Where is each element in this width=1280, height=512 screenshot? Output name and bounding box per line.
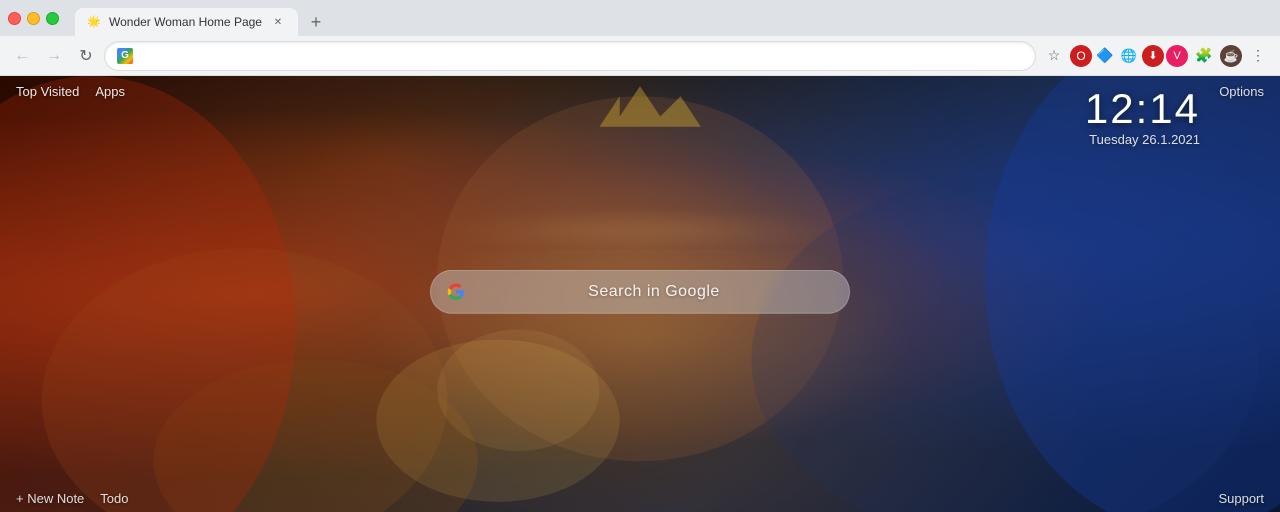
- new-note-link[interactable]: + New Note: [16, 491, 84, 506]
- extensions-button[interactable]: 🧩: [1190, 42, 1218, 70]
- tab-title: Wonder Woman Home Page: [109, 15, 262, 29]
- close-button[interactable]: [8, 12, 21, 25]
- search-bar[interactable]: Search in Google: [430, 270, 850, 314]
- clock-time: 12:14: [1085, 88, 1200, 130]
- coffee-icon: ☕: [1224, 49, 1239, 63]
- coffee-extension-icon[interactable]: ☕: [1220, 45, 1242, 67]
- new-tab-button[interactable]: +: [302, 8, 330, 36]
- tab-bar: 🌟 Wonder Woman Home Page ✕ +: [75, 0, 1272, 36]
- title-bar: 🌟 Wonder Woman Home Page ✕ +: [0, 0, 1280, 36]
- traffic-lights: [8, 12, 59, 25]
- opera-logo: O: [1076, 49, 1085, 63]
- forward-button[interactable]: →: [40, 42, 68, 70]
- clock-area: 12:14 Tuesday 26.1.2021: [1085, 88, 1200, 147]
- toolbar-right: ☆ O 🔷 🌐 ⬇ V 🧩 ☕ ⋮: [1040, 42, 1272, 70]
- menu-dots-icon: ⋮: [1251, 47, 1265, 64]
- address-bar[interactable]: G: [104, 41, 1036, 71]
- tab-favicon-icon: 🌟: [87, 15, 101, 29]
- nav-left: Top Visited Apps: [16, 84, 125, 99]
- search-container: Search in Google: [430, 270, 850, 314]
- todo-link[interactable]: Todo: [100, 491, 128, 506]
- top-visited-link[interactable]: Top Visited: [16, 84, 79, 99]
- back-icon: ←: [14, 47, 30, 65]
- vpn-extension-icon[interactable]: V: [1166, 45, 1188, 67]
- vpn-icon: V: [1173, 50, 1180, 62]
- clock-date: Tuesday 26.1.2021: [1085, 132, 1200, 147]
- reload-icon: ↻: [79, 46, 92, 66]
- bottom-bar: + New Note Todo Support: [0, 485, 1280, 512]
- bookmark-button[interactable]: ☆: [1040, 42, 1068, 70]
- back-button[interactable]: ←: [8, 42, 36, 70]
- bottom-left: + New Note Todo: [16, 491, 129, 506]
- menu-button[interactable]: ⋮: [1244, 42, 1272, 70]
- new-tab-page: Top Visited Apps Options 12:14 Tuesday 2…: [0, 76, 1280, 512]
- support-link[interactable]: Support: [1218, 491, 1264, 506]
- chrome-window: 🌟 Wonder Woman Home Page ✕ + ← → ↻ G ☆ O: [0, 0, 1280, 512]
- opera-extension-icon[interactable]: O: [1070, 45, 1092, 67]
- search-label[interactable]: Search in Google: [475, 283, 833, 301]
- google-icon: G: [117, 48, 133, 64]
- img-downloader-icon[interactable]: ⬇: [1142, 45, 1164, 67]
- search-google-icon: [447, 283, 465, 301]
- maximize-button[interactable]: [46, 12, 59, 25]
- forward-icon: →: [46, 47, 62, 65]
- download-icon: ⬇: [1148, 49, 1157, 62]
- crypto-wallet-icon: 🔷: [1096, 47, 1113, 64]
- reload-button[interactable]: ↻: [72, 42, 100, 70]
- toolbar: ← → ↻ G ☆ O 🔷 🌐 ⬇: [0, 36, 1280, 76]
- translate-icon: 🌐: [1121, 48, 1137, 64]
- puzzle-icon: 🧩: [1195, 47, 1212, 64]
- bookmark-icon: ☆: [1048, 47, 1061, 64]
- apps-link[interactable]: Apps: [95, 84, 125, 99]
- tab-close-icon[interactable]: ✕: [270, 14, 286, 30]
- address-input[interactable]: [141, 48, 1023, 63]
- opera-crypto-icon[interactable]: 🔷: [1094, 45, 1116, 67]
- options-link[interactable]: Options: [1219, 84, 1264, 99]
- translate-extension-icon[interactable]: 🌐: [1118, 45, 1140, 67]
- active-tab[interactable]: 🌟 Wonder Woman Home Page ✕: [75, 8, 298, 36]
- minimize-button[interactable]: [27, 12, 40, 25]
- eyes-area: [448, 198, 832, 263]
